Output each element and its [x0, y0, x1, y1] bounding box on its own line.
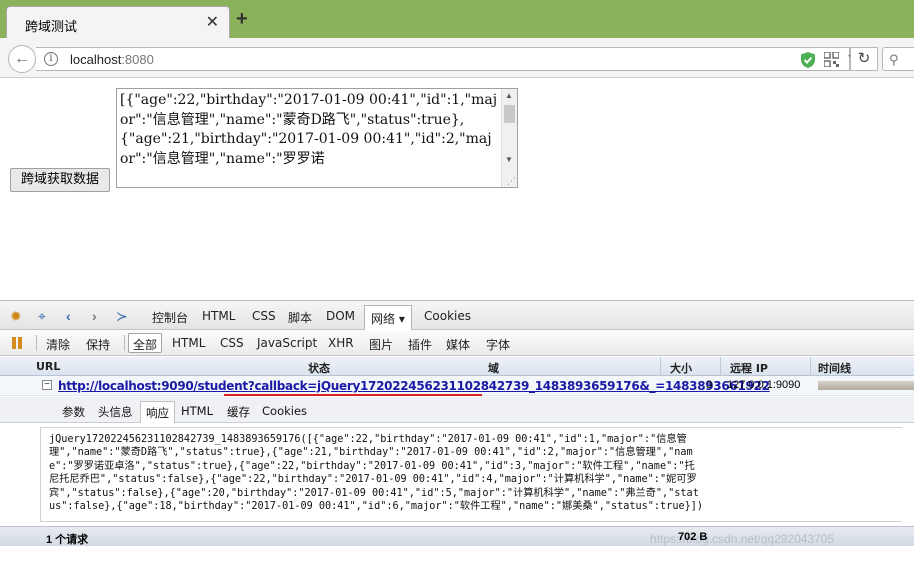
close-icon[interactable]: ✕	[206, 12, 219, 32]
request-url-link[interactable]: http://localhost:9090/student?callback=j…	[58, 379, 770, 393]
tab-cache[interactable]: 缓存	[227, 404, 250, 420]
request-remote-ip: 127.0.0.1:9090	[727, 379, 801, 391]
page-content: 跨域获取数据 [{"age":22,"birthday":"2017-01-09…	[0, 78, 914, 300]
response-tabs: 参数 头信息 响应 HTML 缓存 Cookies	[0, 397, 914, 423]
column-divider[interactable]	[810, 357, 811, 376]
tab-css[interactable]: CSS	[252, 309, 276, 323]
browser-tab-bar: 跨域测试 ✕ +	[0, 0, 914, 38]
highlight-underline	[224, 394, 482, 396]
result-text: [{"age":22,"birthday":"2017-01-09 00:41"…	[120, 92, 498, 167]
reload-icon: ↻	[857, 50, 871, 67]
response-content: jQuery172022456231102842739_148389365917…	[40, 427, 902, 522]
column-remote-ip[interactable]: 远程 IP	[730, 360, 768, 376]
filter-fonts[interactable]: 字体	[486, 336, 510, 353]
request-size: 3	[706, 379, 713, 391]
scroll-down-icon[interactable]: ▼	[505, 155, 513, 164]
inspect-icon[interactable]: ⌖	[38, 308, 46, 325]
pause-icon[interactable]	[10, 336, 24, 350]
tab-script[interactable]: 脚本	[288, 309, 312, 326]
result-textarea[interactable]: [{"age":22,"birthday":"2017-01-09 00:41"…	[116, 88, 518, 188]
tab-console[interactable]: 控制台	[152, 309, 188, 326]
devtools-main-toolbar: ✹ ⌖ ‹ › ≻ 控制台 HTML CSS 脚本 DOM 网络 ▾ Cooki…	[0, 300, 914, 331]
column-divider[interactable]	[720, 357, 721, 376]
fetch-data-button[interactable]: 跨域获取数据	[10, 168, 110, 192]
response-text: jQuery172022456231102842739_148389365917…	[49, 434, 703, 513]
request-count: 1 个请求	[46, 534, 89, 546]
tab-params[interactable]: 参数	[62, 404, 85, 420]
qr-code-icon[interactable]	[824, 52, 839, 67]
divider	[124, 335, 125, 351]
total-size: 702 B	[678, 531, 708, 543]
command-line-icon[interactable]: ≻	[116, 308, 128, 325]
column-status[interactable]: 状态	[308, 360, 330, 376]
shield-icon[interactable]	[800, 51, 816, 69]
divider	[36, 335, 37, 351]
filter-xhr[interactable]: XHR	[328, 336, 354, 350]
scroll-up-icon[interactable]: ▲	[505, 91, 513, 100]
firebug-icon[interactable]: ✹	[10, 308, 22, 325]
scrollbar[interactable]: ▲ ▼	[501, 89, 517, 187]
request-row[interactable]: − http://localhost:9090/student?callback…	[0, 376, 914, 396]
reload-button[interactable]: ↻	[850, 47, 878, 71]
column-divider[interactable]	[660, 357, 661, 376]
tab-title: 跨域测试	[25, 20, 78, 35]
filter-media[interactable]: 媒体	[446, 336, 470, 353]
tab-dom[interactable]: DOM	[326, 309, 355, 323]
scroll-thumb[interactable]	[504, 105, 515, 123]
filter-javascript[interactable]: JavaScript	[257, 336, 317, 350]
info-icon[interactable]: i	[44, 52, 58, 66]
tab-response-html[interactable]: HTML	[181, 404, 213, 418]
resize-grip-icon[interactable]: ⋰	[507, 176, 516, 187]
column-url[interactable]: URL	[36, 360, 60, 373]
tab-cookies[interactable]: Cookies	[424, 309, 471, 323]
filter-all[interactable]: 全部	[128, 333, 163, 353]
network-status-bar: 1 个请求 https://blog.csdn.net/qq292043705 …	[0, 526, 914, 546]
tab-response[interactable]: 响应	[140, 401, 175, 423]
filter-images[interactable]: 图片	[369, 336, 393, 353]
devtools-panel: ✹ ⌖ ‹ › ≻ 控制台 HTML CSS 脚本 DOM 网络 ▾ Cooki…	[0, 300, 914, 580]
timeline-bar	[818, 381, 914, 390]
url-host: localhost	[70, 52, 122, 67]
filter-css[interactable]: CSS	[220, 336, 244, 350]
browser-tab[interactable]: 跨域测试 ✕	[6, 6, 230, 38]
forward-icon[interactable]: ›	[92, 308, 97, 324]
tab-network[interactable]: 网络 ▾	[364, 305, 412, 331]
network-column-header: URL 状态 域 大小 远程 IP 时间线	[0, 357, 914, 376]
tab-html[interactable]: HTML	[202, 309, 235, 323]
navigation-bar: i localhost:8080 ← ↻ ⚲	[0, 38, 914, 78]
tab-response-cookies[interactable]: Cookies	[262, 404, 307, 418]
collapse-icon[interactable]: −	[42, 380, 52, 390]
filter-plugins[interactable]: 插件	[408, 336, 432, 353]
persist-button[interactable]: 保持	[86, 336, 110, 353]
tab-headers[interactable]: 头信息	[98, 404, 133, 420]
clear-button[interactable]: 清除	[46, 336, 70, 353]
column-domain[interactable]: 域	[488, 360, 499, 376]
back-button[interactable]: ←	[8, 45, 36, 73]
new-tab-button[interactable]: +	[236, 8, 248, 31]
search-box[interactable]: ⚲	[882, 47, 914, 71]
bottom-spacer	[0, 546, 914, 580]
network-filter-toolbar: 清除 保持 全部 HTML CSS JavaScript XHR 图片 插件 媒…	[0, 330, 914, 356]
column-timeline[interactable]: 时间线	[818, 360, 851, 376]
filter-html[interactable]: HTML	[172, 336, 205, 350]
response-body: jQuery172022456231102842739_148389365917…	[0, 423, 914, 526]
address-text[interactable]: localhost:8080	[70, 52, 154, 67]
search-icon: ⚲	[889, 52, 899, 67]
address-bar[interactable]: i localhost:8080	[36, 47, 858, 71]
column-size[interactable]: 大小	[670, 360, 692, 376]
back-arrow-icon: ←	[14, 50, 30, 67]
url-port: :8080	[121, 52, 154, 67]
back-icon[interactable]: ‹	[66, 308, 71, 324]
